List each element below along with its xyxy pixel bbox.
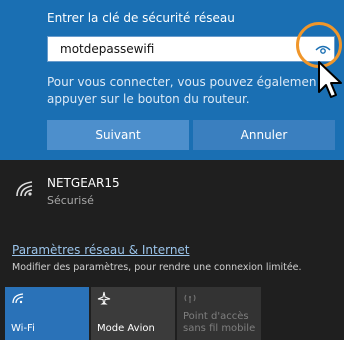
wifi-tile-label: Wi-Fi	[11, 323, 35, 334]
hotspot-line-2: sans fil mobile	[183, 323, 256, 334]
info-line-1: Pour vous connecter, vous pouvez égaleme…	[47, 75, 317, 89]
wifi-icon	[12, 293, 24, 304]
network-name: NETGEAR15	[47, 176, 120, 190]
quick-action-airplane[interactable]: Mode Avion	[91, 287, 175, 340]
hotspot-icon	[184, 294, 196, 303]
network-item-netgear15[interactable]: NETGEAR15 Sécurisé	[0, 160, 344, 220]
mouse-cursor-icon	[318, 61, 342, 98]
security-key-label: Entrer la clé de sécurité réseau	[47, 11, 235, 25]
wifi-icon	[16, 181, 33, 197]
quick-action-wifi[interactable]: Wi-Fi	[5, 287, 89, 340]
quick-action-hotspot[interactable]: Point d'accès sans fil mobile	[177, 287, 261, 340]
security-key-input[interactable]: motdepassewifi	[47, 36, 335, 62]
network-key-panel: Entrer la clé de sécurité réseau motdepa…	[0, 0, 344, 160]
airplane-icon	[97, 291, 111, 305]
security-key-value: motdepassewifi	[60, 42, 155, 56]
hotspot-line-1: Point d'accès	[183, 311, 249, 322]
network-settings-description: Modifier des paramètres, pour rendre une…	[12, 262, 302, 273]
network-status: Sécurisé	[47, 194, 94, 207]
hotspot-tile-label: Point d'accès sans fil mobile	[183, 311, 255, 335]
network-settings-link[interactable]: Paramètres réseau & Internet	[12, 243, 190, 257]
airplane-tile-label: Mode Avion	[97, 323, 155, 334]
next-button[interactable]: Suivant	[47, 120, 189, 150]
info-line-2: appuyer sur le bouton du routeur.	[47, 92, 250, 106]
cancel-button[interactable]: Annuler	[193, 120, 335, 150]
router-button-info: Pour vous connecter, vous pouvez égaleme…	[47, 74, 337, 108]
